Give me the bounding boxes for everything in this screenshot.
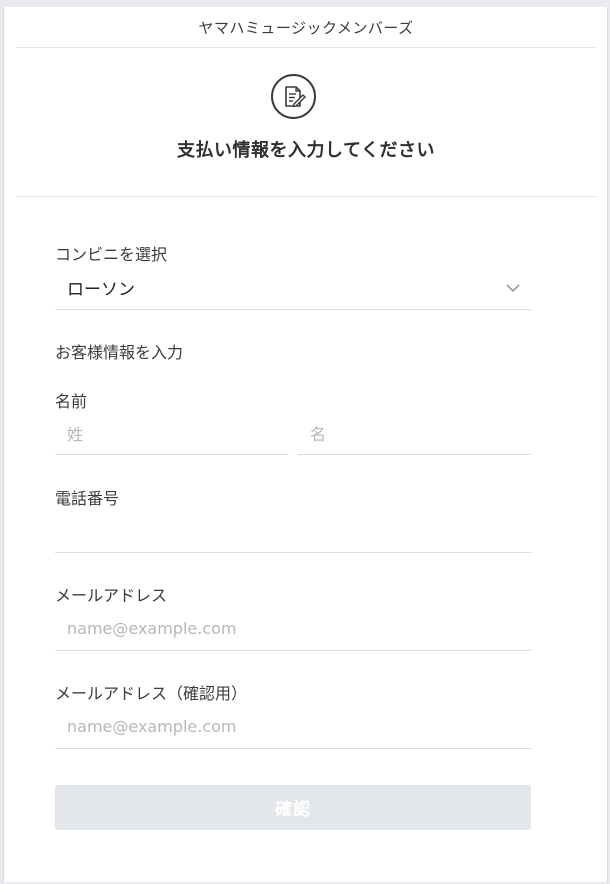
email-confirm-placeholder: name@example.com <box>67 717 237 736</box>
email-confirm-input[interactable]: name@example.com <box>55 705 531 749</box>
confirm-button[interactable]: 確認 <box>55 785 531 830</box>
brand-title: ヤマハミュージックメンバーズ <box>198 18 414 37</box>
top-strip <box>3 0 608 7</box>
store-select-value: ローソン <box>67 280 135 300</box>
chevron-down-icon <box>506 284 520 293</box>
section-divider <box>16 196 596 197</box>
email-label: メールアドレス <box>55 586 168 605</box>
confirm-button-label: 確認 <box>275 800 311 820</box>
last-name-placeholder: 姓 <box>67 424 84 444</box>
name-label: 名前 <box>55 392 88 411</box>
store-select[interactable]: ローソン <box>55 266 531 310</box>
first-name-input[interactable]: 名 <box>298 411 531 455</box>
brand-header: ヤマハミュージックメンバーズ <box>16 7 596 48</box>
document-edit-icon <box>271 74 316 119</box>
phone-label: 電話番号 <box>55 489 120 508</box>
last-name-input[interactable]: 姓 <box>55 411 289 455</box>
email-input[interactable]: name@example.com <box>55 607 531 651</box>
phone-input[interactable] <box>55 509 531 553</box>
store-select-label: コンビニを選択 <box>55 245 168 264</box>
email-placeholder: name@example.com <box>67 619 237 638</box>
customer-section-title: お客様情報を入力 <box>55 343 184 362</box>
page-heading: 支払い情報を入力してください <box>177 140 435 161</box>
first-name-placeholder: 名 <box>310 424 327 444</box>
email-confirm-label: メールアドレス（確認用） <box>55 684 248 703</box>
